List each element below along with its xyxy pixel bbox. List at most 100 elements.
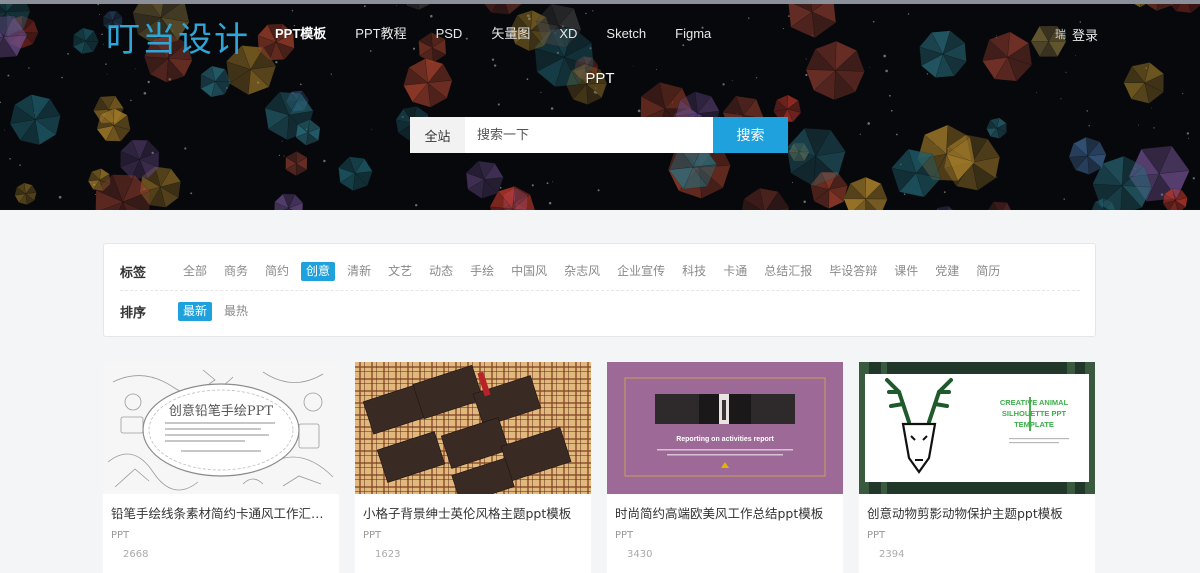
card-thumbnail[interactable]: CREATIVE ANIMAL SILHOUETTE PPT TEMPLATE: [859, 362, 1095, 494]
tag-fresh[interactable]: 清新: [342, 262, 376, 281]
nav-item-psd[interactable]: PSD: [436, 24, 463, 44]
card-thumbnail-caption-2: SILHOUETTE PPT: [1001, 409, 1067, 418]
hero-star-dot: [275, 61, 278, 64]
tag-simple[interactable]: 简约: [260, 262, 294, 281]
tag-tech[interactable]: 科技: [677, 262, 711, 281]
hero-star-dot: [102, 43, 104, 45]
hero-star-dot: [1188, 137, 1190, 139]
tag-magazine[interactable]: 杂志风: [559, 262, 605, 281]
site-logo[interactable]: 叮当设计: [106, 12, 250, 61]
tag-chinese-style[interactable]: 中国风: [506, 262, 552, 281]
hero-star-dot: [1138, 124, 1140, 126]
plaid-business-cards-image: [355, 362, 591, 494]
top-line: [0, 0, 1200, 4]
template-card[interactable]: CREATIVE ANIMAL SILHOUETTE PPT TEMPLATE …: [859, 362, 1095, 573]
tag-party-building[interactable]: 党建: [930, 262, 964, 281]
hero-star-dot: [415, 204, 418, 207]
login-link[interactable]: 瑞 登录: [1055, 24, 1098, 44]
hero-star-dot: [396, 5, 398, 7]
search-scope-selector[interactable]: 全站: [410, 117, 465, 153]
hero-star-dot: [805, 58, 807, 60]
nav-item-ppt-tutorial[interactable]: PPT教程: [355, 24, 406, 44]
hero-star-dot: [907, 13, 910, 15]
tag-resume[interactable]: 简历: [971, 262, 1005, 281]
card-thumbnail-caption-3: TEMPLATE: [1014, 420, 1054, 429]
sort-newest[interactable]: 最新: [178, 301, 213, 321]
card-thumbnail[interactable]: 创意铅笔手绘PPT: [103, 362, 339, 494]
main-nav: PPT模板 PPT教程 PSD 矢量图 XD Sketch Figma: [275, 24, 740, 44]
card-thumbnail[interactable]: Reporting on activities report: [607, 362, 843, 494]
sort-hottest[interactable]: 最热: [219, 302, 253, 321]
hero-star-dot: [803, 200, 806, 204]
hero-star-dot: [996, 176, 998, 178]
hero-gem-shape: [936, 205, 954, 210]
hero-star-dot: [1153, 127, 1155, 129]
card-category: PPT: [867, 530, 886, 541]
hero-star-dot: [540, 91, 542, 93]
page-title: PPT: [585, 70, 615, 87]
template-card[interactable]: Reporting on activities report 时尚简约高端欧美风…: [607, 362, 843, 573]
tag-dynamic[interactable]: 动态: [424, 262, 458, 281]
card-category: PPT: [615, 530, 634, 541]
hero-star-dot: [143, 91, 147, 95]
hero-star-dot: [1151, 107, 1152, 109]
hero-star-dot: [632, 65, 634, 67]
tag-all[interactable]: 全部: [178, 262, 212, 281]
login-label: 登录: [1072, 28, 1099, 44]
nav-item-vector[interactable]: 矢量图: [491, 24, 530, 44]
hero-star-dot: [291, 10, 294, 12]
hero-star-dot: [903, 193, 906, 195]
hero-star-dot: [19, 164, 21, 166]
hero-star-dot: [550, 107, 554, 110]
sort-filter-label: 排序: [120, 305, 147, 321]
user-avatar-icon: 瑞: [1055, 28, 1066, 41]
tag-filter-label: 标签: [120, 265, 147, 281]
hero-star-dot: [895, 133, 898, 136]
hero-star-dot: [791, 182, 793, 184]
hero-gem-shape: [274, 193, 304, 210]
hero-star-dot: [369, 50, 372, 52]
hero-gem-shape: [987, 201, 1012, 210]
template-card[interactable]: 小格子背景绅士英伦风格主题ppt模板 PPT 1623: [355, 362, 591, 573]
hero-star-dot: [1079, 21, 1082, 23]
card-category: PPT: [363, 530, 382, 541]
card-title[interactable]: 铅笔手绘线条素材简约卡通风工作汇报ppt模板: [111, 503, 333, 522]
hero-star-dot: [943, 191, 946, 194]
hero-star-dot: [869, 66, 871, 68]
card-view-count: 1623: [375, 549, 401, 560]
card-title[interactable]: 创意动物剪影动物保护主题ppt模板: [867, 503, 1089, 522]
hero-star-dot: [1060, 98, 1062, 100]
nav-item-xd[interactable]: XD: [559, 24, 577, 44]
nav-item-figma[interactable]: Figma: [675, 24, 711, 44]
search-input[interactable]: [465, 117, 713, 153]
tag-cartoon[interactable]: 卡通: [718, 262, 752, 281]
tag-courseware[interactable]: 课件: [889, 262, 923, 281]
tag-hand-drawn[interactable]: 手绘: [465, 262, 499, 281]
tag-thesis-defense[interactable]: 毕设答辩: [824, 262, 882, 281]
tag-literary[interactable]: 文艺: [383, 262, 417, 281]
hero-star-dot: [867, 122, 871, 125]
card-thumbnail-caption-1: CREATIVE ANIMAL: [999, 398, 1069, 407]
tag-creative[interactable]: 创意: [301, 261, 336, 281]
nav-item-ppt-template[interactable]: PPT模板: [275, 24, 326, 44]
hero-gem-shape: [14, 182, 37, 206]
hero-star-dot: [323, 159, 326, 163]
card-title[interactable]: 小格子背景绅士英伦风格主题ppt模板: [363, 503, 585, 522]
hero-star-dot: [9, 158, 11, 160]
search-button[interactable]: 搜索: [713, 117, 788, 153]
filter-panel: 标签 全部 商务 简约 创意 清新 文艺 动态 手绘 中国风 杂志风 企业宣传 …: [103, 243, 1096, 337]
card-thumbnail[interactable]: [355, 362, 591, 494]
card-title[interactable]: 时尚简约高端欧美风工作总结ppt模板: [615, 503, 837, 522]
hero-gem-shape: [741, 187, 790, 210]
tag-summary-report[interactable]: 总结汇报: [759, 262, 817, 281]
hero-star-dot: [371, 128, 373, 130]
tag-corporate[interactable]: 企业宣传: [612, 262, 670, 281]
hero-star-dot: [890, 109, 893, 112]
hero-star-dot: [1088, 125, 1090, 127]
nav-item-sketch[interactable]: Sketch: [606, 24, 646, 44]
template-card[interactable]: 创意铅笔手绘PPT 铅笔手绘线条素材简约卡通风工作汇报ppt模板 PPT 266…: [103, 362, 339, 573]
hero-banner: 叮当设计 PPT模板 PPT教程 PSD 矢量图 XD Sketch Figma…: [0, 0, 1200, 210]
hero-star-dot: [1192, 177, 1195, 180]
tag-business[interactable]: 商务: [219, 262, 253, 281]
hero-star-dot: [184, 147, 187, 150]
